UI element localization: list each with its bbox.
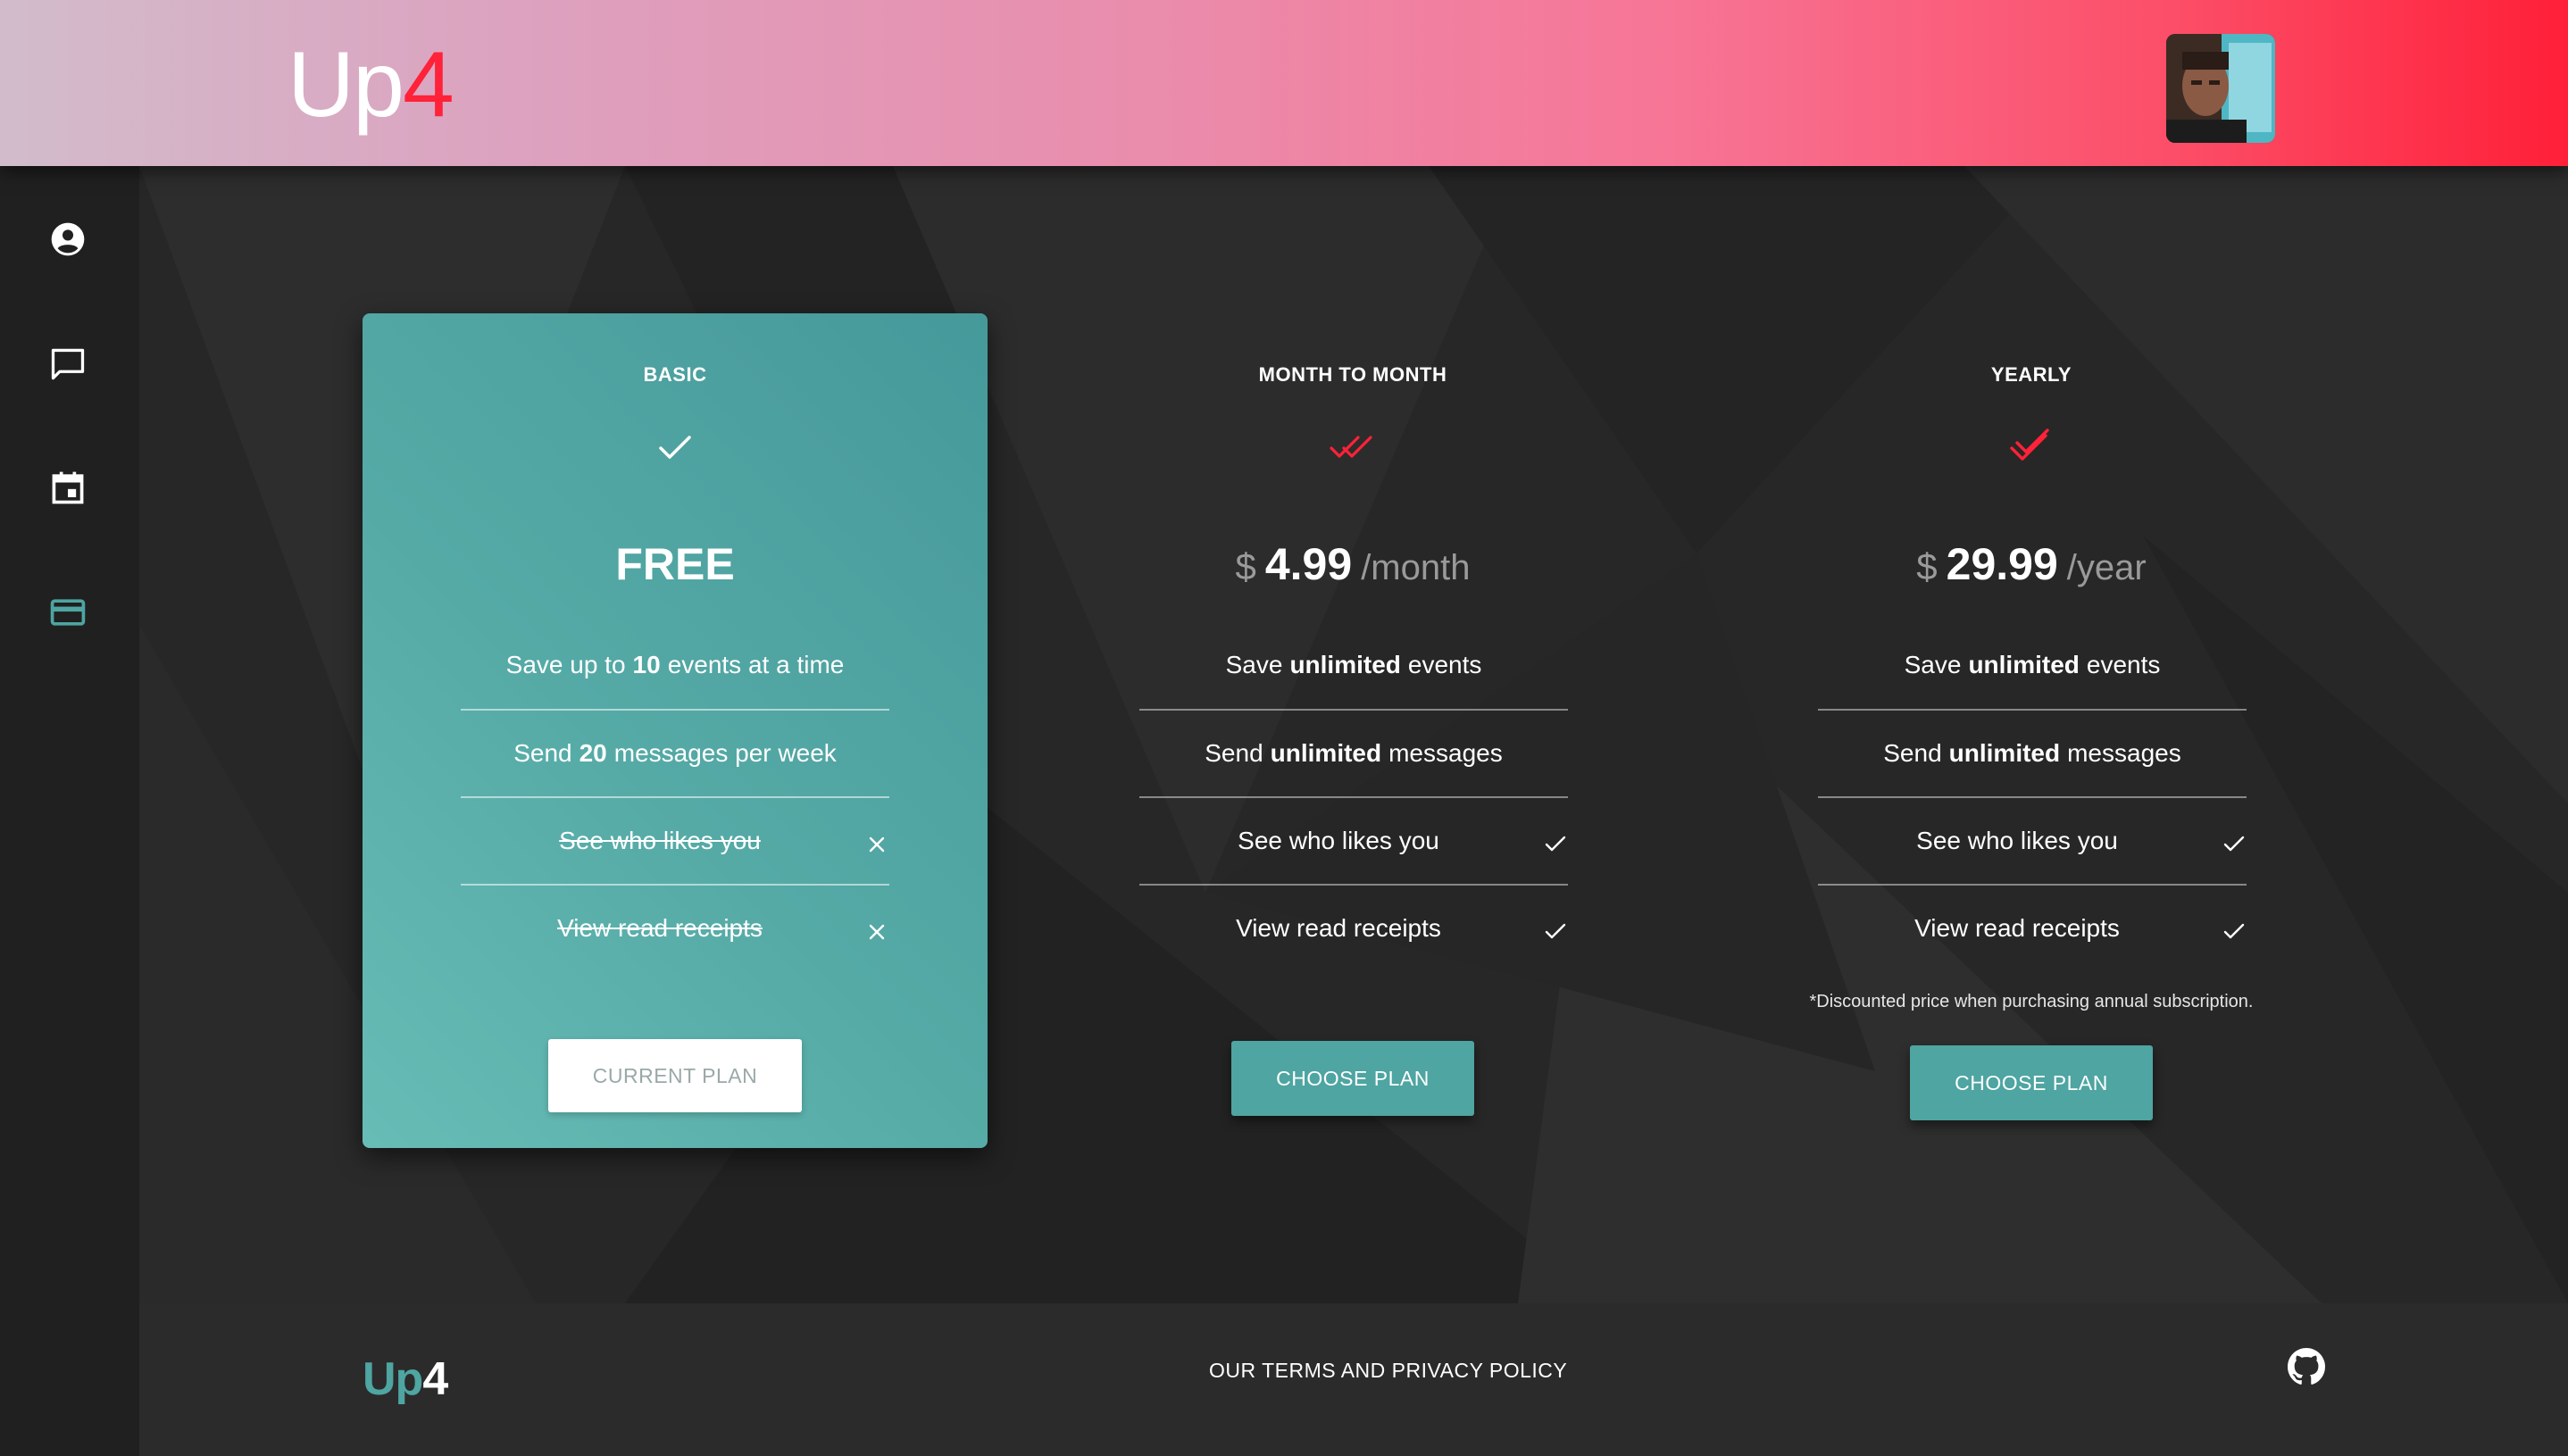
feature-text: events bbox=[2086, 651, 2161, 678]
check-icon bbox=[1545, 836, 1566, 852]
feature-text: See who likes you bbox=[1916, 827, 2118, 854]
feature-text: View read receipts bbox=[1914, 914, 2120, 942]
sidebar-item-profile[interactable] bbox=[45, 216, 91, 262]
feature-item: Save up to 10 events at a time bbox=[461, 621, 889, 709]
feature-text: Send bbox=[1205, 739, 1263, 767]
plan-check bbox=[648, 426, 702, 469]
close-icon bbox=[869, 836, 885, 853]
choose-yearly-plan-button[interactable]: CHOOSE PLAN bbox=[1910, 1045, 2153, 1120]
feature-text: events bbox=[1407, 651, 1482, 678]
plan-check bbox=[2005, 426, 2058, 469]
plan-price: $29.99/year bbox=[1719, 538, 2344, 590]
check-icon bbox=[659, 436, 691, 459]
double-check-icon bbox=[2010, 428, 2049, 461]
feature-text: messages bbox=[1388, 739, 1503, 767]
chat-icon bbox=[51, 348, 85, 380]
feature-text: View read receipts bbox=[557, 914, 763, 942]
feature-text: See who likes you bbox=[1238, 827, 1439, 854]
feature-item: See who likes you bbox=[1818, 796, 2247, 884]
feature-item: See who likes you bbox=[461, 796, 889, 884]
price-currency: $ bbox=[1235, 545, 1256, 587]
user-avatar[interactable] bbox=[2166, 34, 2275, 143]
feature-excluded-mark bbox=[864, 919, 889, 944]
feature-highlight: unlimited bbox=[1948, 739, 2061, 767]
feature-included-mark bbox=[1543, 832, 1568, 857]
account-circle-icon bbox=[51, 222, 85, 256]
sidebar-item-messages[interactable] bbox=[45, 341, 91, 387]
price-amount: 29.99 bbox=[1946, 539, 2058, 589]
feature-text: Send bbox=[1883, 739, 1942, 767]
price-currency: $ bbox=[1916, 545, 1938, 587]
feature-excluded-mark bbox=[864, 832, 889, 857]
close-icon bbox=[869, 924, 885, 940]
credit-card-icon bbox=[50, 599, 86, 626]
feature-text: Save up to bbox=[505, 651, 626, 678]
feature-included-mark bbox=[2222, 919, 2247, 944]
feature-item: View read receipts bbox=[461, 884, 889, 971]
feature-text: See who likes you bbox=[559, 827, 761, 854]
top-header: Up4 bbox=[0, 0, 2568, 166]
feature-item: Save unlimited events bbox=[1139, 621, 1568, 709]
plan-title: BASIC bbox=[643, 363, 707, 386]
feature-highlight: unlimited bbox=[1968, 651, 2080, 678]
plan-title: YEARLY bbox=[1990, 363, 2072, 386]
plan-card-monthly: MONTH TO MONTH $4.99/month Save unlimited… bbox=[1040, 313, 1665, 1148]
plan-price: FREE bbox=[363, 538, 988, 590]
sidebar-item-subscription[interactable] bbox=[45, 589, 91, 636]
price-period: /month bbox=[1361, 548, 1471, 587]
feature-item: View read receipts bbox=[1139, 884, 1568, 971]
feature-text: Save bbox=[1225, 651, 1283, 678]
feature-item: View read receipts bbox=[1818, 884, 2247, 971]
choose-monthly-plan-button[interactable]: CHOOSE PLAN bbox=[1231, 1041, 1474, 1116]
feature-list: Save unlimited events Send unlimited message… bbox=[1139, 621, 1568, 971]
footer-logo[interactable]: Up4 bbox=[363, 1352, 448, 1406]
check-icon bbox=[1545, 923, 1566, 939]
feature-item: Send unlimited messages bbox=[1139, 709, 1568, 796]
discount-note: *Discounted price when purchasing annual… bbox=[1809, 992, 2254, 1011]
feature-included-mark bbox=[2222, 832, 2247, 857]
app-logo[interactable]: Up4 bbox=[288, 27, 454, 143]
feature-highlight: 20 bbox=[579, 739, 607, 767]
footer-logo-accent: 4 bbox=[422, 1353, 448, 1405]
feature-highlight: unlimited bbox=[1270, 739, 1382, 767]
logo-main: Up bbox=[288, 33, 404, 137]
github-icon bbox=[2288, 1348, 2325, 1385]
feature-item: See who likes you bbox=[1139, 796, 1568, 884]
terms-privacy-link[interactable]: OUR TERMS AND PRIVACY POLICY bbox=[1209, 1359, 1567, 1383]
feature-text: Send bbox=[513, 739, 572, 767]
check-icon bbox=[2223, 923, 2245, 939]
feature-text: messages per week bbox=[613, 739, 837, 767]
price-amount: 4.99 bbox=[1264, 539, 1353, 589]
calendar-icon bbox=[52, 471, 84, 504]
feature-highlight: 10 bbox=[632, 651, 661, 678]
logo-accent: 4 bbox=[402, 33, 454, 137]
plan-check bbox=[1326, 426, 1380, 469]
feature-item: Send unlimited messages bbox=[1818, 709, 2247, 796]
feature-highlight: unlimited bbox=[1289, 651, 1401, 678]
price-period: /year bbox=[2066, 548, 2147, 587]
avatar-image bbox=[2166, 34, 2275, 143]
feature-text: events at a time bbox=[667, 651, 845, 678]
price-free: FREE bbox=[615, 539, 735, 589]
feature-item: Send 20 messages per week bbox=[461, 709, 889, 796]
feature-list: Save up to 10 events at a time Send 20 messa… bbox=[461, 621, 889, 971]
plan-card-basic: BASIC FREE Save up to 10 events at a time … bbox=[363, 313, 988, 1148]
plan-price: $4.99/month bbox=[1040, 538, 1665, 590]
feature-text: View read receipts bbox=[1236, 914, 1441, 942]
check-icon bbox=[2223, 836, 2245, 852]
current-plan-button[interactable]: CURRENT PLAN bbox=[548, 1039, 802, 1112]
sidebar-item-events[interactable] bbox=[45, 464, 91, 511]
plan-title: MONTH TO MONTH bbox=[1258, 363, 1447, 386]
footer: Up4 OUR TERMS AND PRIVACY POLICY bbox=[139, 1303, 2568, 1456]
sidebar bbox=[0, 166, 139, 1456]
feature-text: Save bbox=[1904, 651, 1962, 678]
plan-card-yearly: YEARLY $29.99/year Save unlimited events S… bbox=[1719, 313, 2344, 1148]
feature-list: Save unlimited events Send unlimited message… bbox=[1818, 621, 2247, 971]
double-check-icon bbox=[1330, 436, 1372, 458]
footer-logo-main: Up bbox=[363, 1353, 423, 1405]
feature-included-mark bbox=[1543, 919, 1568, 944]
github-link[interactable] bbox=[2288, 1348, 2325, 1385]
feature-text: messages bbox=[2067, 739, 2181, 767]
feature-item: Save unlimited events bbox=[1818, 621, 2247, 709]
